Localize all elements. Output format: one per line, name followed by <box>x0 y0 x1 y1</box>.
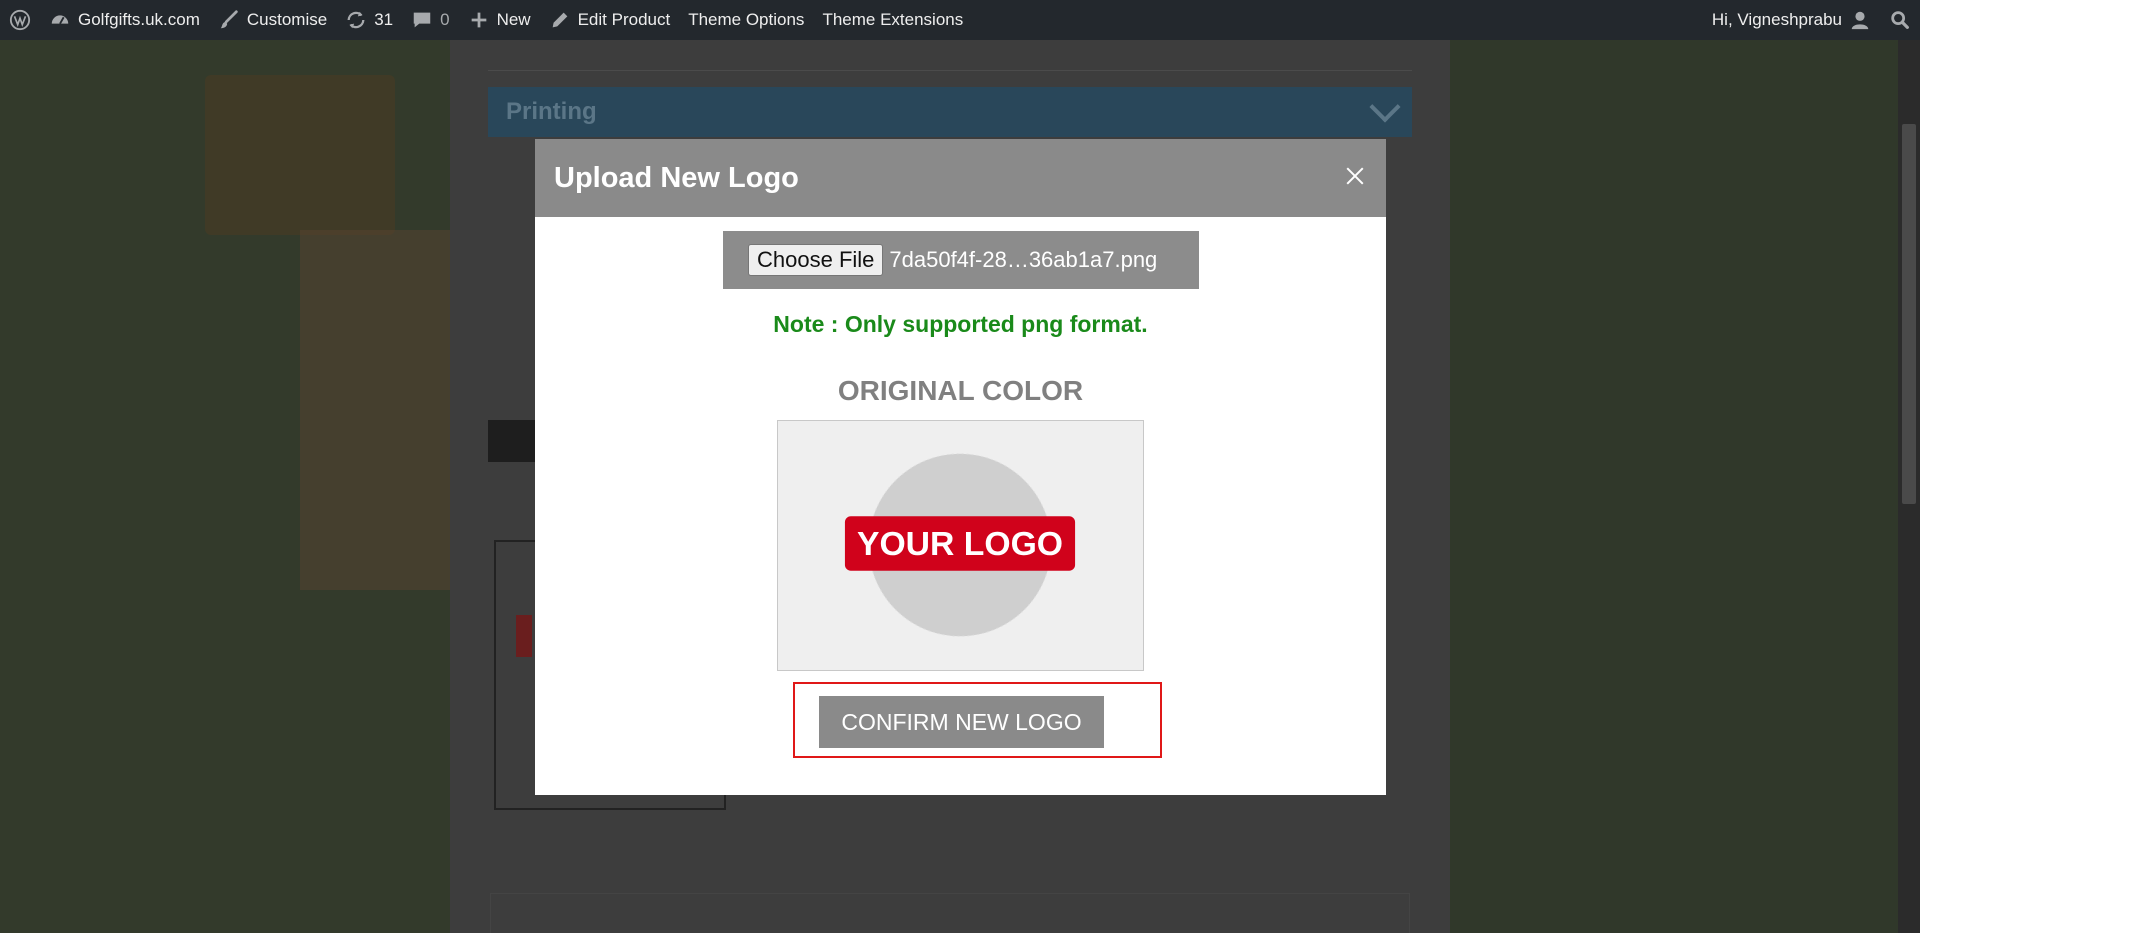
logo-preview: YOUR LOGO <box>777 420 1144 671</box>
close-icon[interactable] <box>1342 163 1368 189</box>
file-input[interactable]: Choose File 7da50f4f-28…36ab1a7.png <box>723 231 1199 289</box>
admin-bar-right: Hi, Vigneshprabu <box>1703 0 1920 40</box>
updates-icon <box>345 9 367 31</box>
background-divider <box>488 70 1412 71</box>
comment-icon <box>411 9 433 31</box>
customise-label: Customise <box>246 10 328 29</box>
wordpress-icon <box>9 9 31 31</box>
scrollbar-thumb[interactable] <box>1902 124 1916 504</box>
confirm-new-logo-button[interactable]: CONFIRM NEW LOGO <box>819 696 1104 748</box>
modal-header: Upload New Logo <box>535 139 1386 217</box>
brush-icon <box>218 9 240 31</box>
page-scrollbar[interactable] <box>1898 40 1920 933</box>
logo-preview-image: YOUR LOGO <box>778 421 1143 670</box>
site-name-link[interactable]: Golfgifts.uk.com <box>40 0 209 40</box>
edit-product-label: Edit Product <box>577 10 671 29</box>
user-avatar-icon <box>1849 9 1871 31</box>
selected-file-name: 7da50f4f-28…36ab1a7.png <box>889 247 1158 272</box>
format-note: Note : Only supported png format. <box>773 311 1148 337</box>
screen: Golfgifts.uk.com Customise 31 0 New Edit… <box>0 0 1920 933</box>
background-printing-title: Printing <box>506 98 597 125</box>
search-button[interactable] <box>1880 0 1920 40</box>
background-right-area <box>1450 40 1920 933</box>
search-icon <box>1889 9 1911 31</box>
background-red-swatch <box>516 615 532 657</box>
background-printing-section: Printing <box>488 87 1412 137</box>
color-heading: ORIGINAL COLOR <box>837 375 1084 406</box>
wordpress-logo-button[interactable] <box>0 0 40 40</box>
new-label: New <box>496 10 531 29</box>
my-account-link[interactable]: Hi, Vigneshprabu <box>1703 0 1880 40</box>
theme-extensions-link[interactable]: Theme Extensions <box>813 0 972 40</box>
comments-link[interactable]: 0 <box>402 0 458 40</box>
updates-count: 31 <box>374 10 394 29</box>
admin-bar: Golfgifts.uk.com Customise 31 0 New Edit… <box>0 0 1920 40</box>
comments-count: 0 <box>440 10 450 29</box>
new-content-link[interactable]: New <box>459 0 540 40</box>
background-product-image <box>300 230 450 590</box>
modal-title: Upload New Logo <box>554 161 799 194</box>
logo-text: YOUR LOGO <box>857 525 1063 563</box>
upload-logo-modal: Upload New Logo Choose File 7da50f4f-28…… <box>535 139 1386 795</box>
pencil-icon <box>549 9 571 31</box>
choose-file-button[interactable]: Choose File <box>748 244 884 276</box>
greeting-label: Hi, Vigneshprabu <box>1711 10 1842 29</box>
background-price-table <box>490 893 1410 933</box>
theme-options-link[interactable]: Theme Options <box>679 0 813 40</box>
theme-extensions-label: Theme Extensions <box>822 10 964 29</box>
updates-link[interactable]: 31 <box>336 0 402 40</box>
theme-options-label: Theme Options <box>688 10 805 29</box>
plus-icon <box>468 9 490 31</box>
background-site-logo <box>205 75 395 235</box>
edit-product-link[interactable]: Edit Product <box>540 0 680 40</box>
customise-link[interactable]: Customise <box>209 0 336 40</box>
chevron-down-icon <box>1369 91 1401 123</box>
site-name-label: Golfgifts.uk.com <box>78 10 200 29</box>
dashboard-icon <box>49 9 71 31</box>
